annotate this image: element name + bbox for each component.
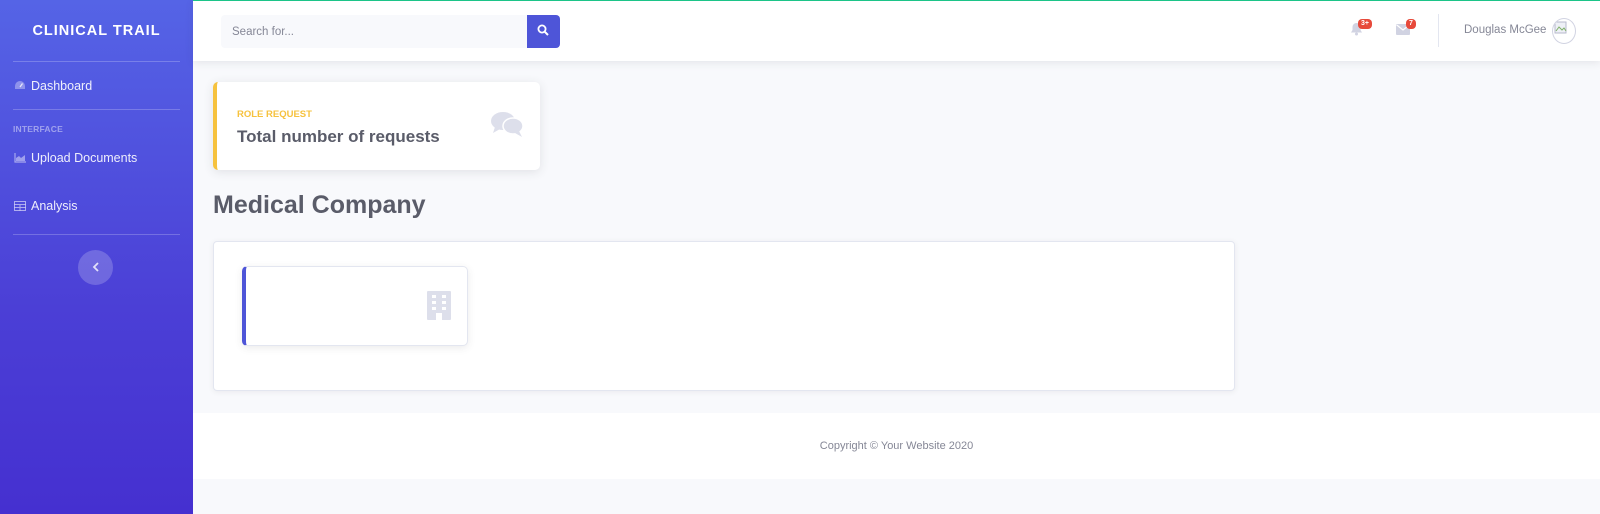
building-icon <box>427 291 451 325</box>
table-icon <box>13 201 26 212</box>
user-name[interactable]: Douglas McGee <box>1464 24 1546 36</box>
search-button[interactable] <box>526 15 560 48</box>
search-input[interactable] <box>221 15 527 48</box>
broken-image-icon <box>1553 21 1568 39</box>
sidebar-heading: INTERFACE <box>13 124 63 134</box>
role-request-card[interactable]: ROLE REQUEST Total number of requests <box>213 82 540 170</box>
card-title: Total number of requests <box>237 127 440 146</box>
company-panel <box>213 241 1235 391</box>
copyright-text: Copyright © Your Website 2020 <box>819 440 974 452</box>
tachometer-icon <box>13 80 26 91</box>
sidebar-item-label: Dashboard <box>31 78 93 93</box>
sidebar-brand[interactable]: CLINICAL TRAIL <box>0 0 193 61</box>
card-label: ROLE REQUEST <box>237 109 312 120</box>
sidebar-item-analysis[interactable]: Analysis <box>0 178 193 234</box>
company-card[interactable] <box>242 266 468 346</box>
comments-icon <box>490 110 524 143</box>
sidebar-item-label: Analysis <box>31 199 78 213</box>
chart-area-icon <box>13 153 26 164</box>
footer: Copyright © Your Website 2020 <box>193 413 1600 479</box>
section-title: Medical Company <box>213 191 426 219</box>
messages-badge: 7 <box>1406 19 1416 29</box>
alerts-badge: 3+ <box>1358 19 1372 29</box>
search-form <box>221 15 560 48</box>
topbar: 3+ 7 Douglas McGee <box>193 1 1600 61</box>
avatar[interactable] <box>1552 18 1576 44</box>
topbar-divider <box>1438 14 1439 47</box>
search-icon <box>537 24 550 39</box>
sidebar-divider <box>13 234 180 235</box>
sidebar-item-label: Upload Documents <box>31 151 138 165</box>
chevron-left-icon <box>92 259 100 277</box>
sidebar-item-upload-documents[interactable]: Upload Documents <box>0 138 193 178</box>
sidebar: CLINICAL TRAIL Dashboard INTERFACE Uploa… <box>0 0 193 514</box>
sidebar-item-dashboard[interactable]: Dashboard <box>0 62 193 109</box>
messages-dropdown[interactable]: 7 <box>1396 19 1416 38</box>
sidebar-toggle-button[interactable] <box>78 250 113 285</box>
alerts-dropdown[interactable]: 3+ <box>1350 19 1372 38</box>
